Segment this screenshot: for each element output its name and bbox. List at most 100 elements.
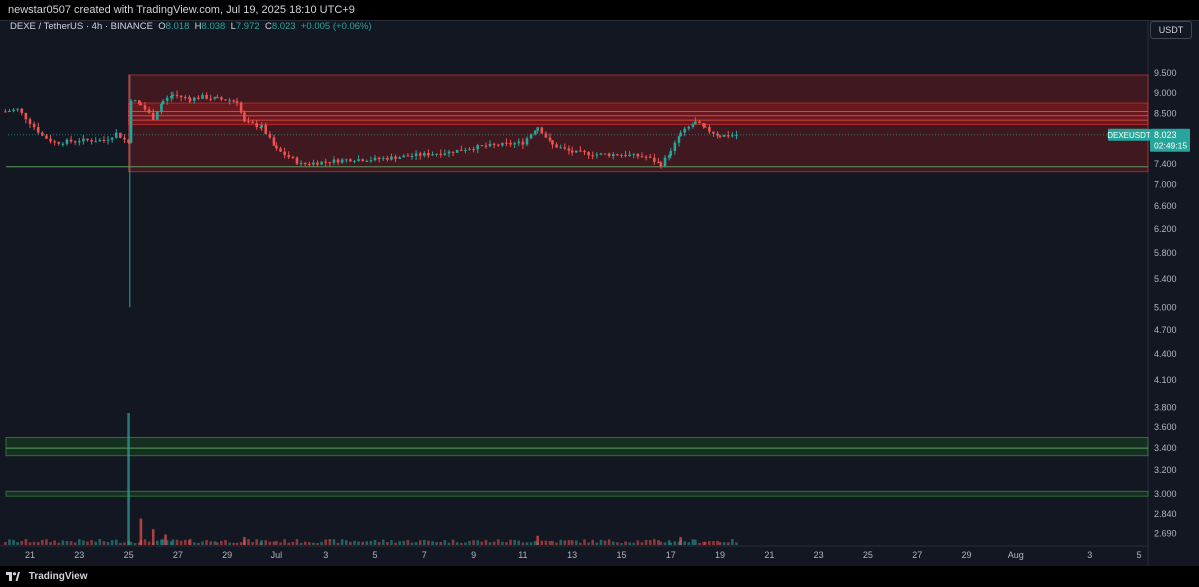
candle-body [644, 156, 648, 158]
price-tick-label: 5.800 [1154, 248, 1177, 258]
candle-body [357, 159, 360, 162]
candle-body [555, 144, 558, 148]
volume-bar [673, 541, 677, 545]
volume-bar [303, 541, 307, 545]
candle-body [123, 137, 126, 140]
volume-bar [644, 539, 648, 545]
price-chart[interactable]: 9.5009.0008.5008.0007.4007.0006.6006.200… [0, 0, 1199, 587]
volume-bar [179, 540, 183, 545]
candle-body [398, 157, 401, 159]
candle-body [235, 101, 239, 103]
candle-body [161, 100, 165, 104]
time-tick-label: 25 [863, 550, 873, 560]
volume-bar [587, 542, 590, 545]
volume-bar [171, 539, 175, 545]
volume-bar [94, 541, 98, 545]
candle-body [525, 138, 529, 145]
candle-body [583, 150, 586, 153]
candle-body [349, 159, 352, 162]
volume-bar [555, 542, 558, 545]
candle-body [77, 141, 81, 143]
candle-body [574, 150, 578, 153]
candle-body [4, 111, 7, 113]
volume-bar [691, 539, 695, 545]
candle-body [228, 100, 231, 102]
candle-body [381, 158, 385, 160]
volume-bar [129, 541, 133, 545]
volume-bar [574, 540, 578, 545]
volume-bar [365, 541, 369, 545]
candle-body [687, 126, 691, 129]
volume-bar [106, 541, 110, 545]
volume-bar [620, 542, 623, 545]
volume-bar [616, 542, 619, 545]
candle-body [563, 147, 567, 149]
volume-bar [24, 539, 28, 545]
candle-body [119, 132, 122, 138]
candle-body [299, 162, 303, 164]
candle-body [12, 109, 15, 112]
time-tick-label: 19 [715, 550, 725, 560]
volume-bar [636, 540, 640, 545]
candle-body [57, 142, 61, 144]
candle-body [521, 141, 525, 145]
candle-body [205, 94, 208, 99]
candle-body [264, 125, 268, 134]
candle-body [484, 145, 488, 147]
volume-bar [299, 542, 303, 545]
volume-bar [624, 541, 627, 545]
volume-bar [201, 541, 204, 545]
candle-body [468, 149, 471, 151]
candle-body [188, 98, 192, 101]
candle-body [16, 108, 19, 110]
volume-spike-bar [536, 535, 539, 545]
candle-body [133, 100, 137, 102]
volume-spike-bar [127, 413, 130, 545]
volume-bar [213, 541, 217, 545]
price-tick-label: 5.400 [1154, 274, 1177, 284]
volume-bar [731, 539, 734, 545]
volume-bar [567, 540, 571, 545]
candle-body [620, 154, 623, 156]
volume-bar [548, 540, 552, 545]
candle-body [708, 127, 711, 132]
candle-body [636, 153, 640, 157]
candle-body [703, 126, 707, 128]
volume-bar [735, 542, 738, 545]
volume-bar [455, 542, 459, 545]
candle-body [663, 157, 667, 167]
volume-bar [579, 542, 582, 545]
candle-body [659, 162, 663, 167]
candle-body [24, 112, 28, 120]
time-tick-label: 27 [173, 550, 183, 560]
volume-bar [12, 539, 15, 545]
candle-body [209, 98, 213, 100]
volume-bar [123, 542, 126, 545]
volume-bar [320, 541, 323, 545]
volume-bar [197, 542, 200, 545]
candle-body [28, 119, 32, 124]
tradingview-logo-icon [6, 572, 20, 581]
price-tick-label: 3.800 [1154, 402, 1177, 412]
footer-bar: TradingView [0, 566, 1199, 587]
volume-bar [110, 540, 114, 545]
volume-bar [41, 539, 44, 545]
volume-bar [427, 540, 430, 545]
candle-body [653, 157, 656, 162]
volume-bar [228, 542, 231, 545]
volume-bar [447, 542, 451, 545]
currency-button[interactable]: USDT [1150, 21, 1192, 39]
candle-body [669, 150, 673, 156]
volume-bar [443, 540, 447, 545]
candle-body [61, 143, 65, 145]
time-tick-label: 5 [1136, 550, 1141, 560]
candle-body [599, 153, 603, 155]
candle-body [455, 149, 459, 153]
candle-body [509, 142, 512, 145]
time-tick-label: 17 [666, 550, 676, 560]
volume-bar [492, 541, 496, 545]
candle-body [156, 112, 159, 120]
candle-body [673, 142, 677, 151]
candle-body [439, 153, 443, 155]
symbol-legend[interactable]: DEXE / TetherUS · 4h · BINANCE O8.018 H8… [10, 21, 372, 32]
